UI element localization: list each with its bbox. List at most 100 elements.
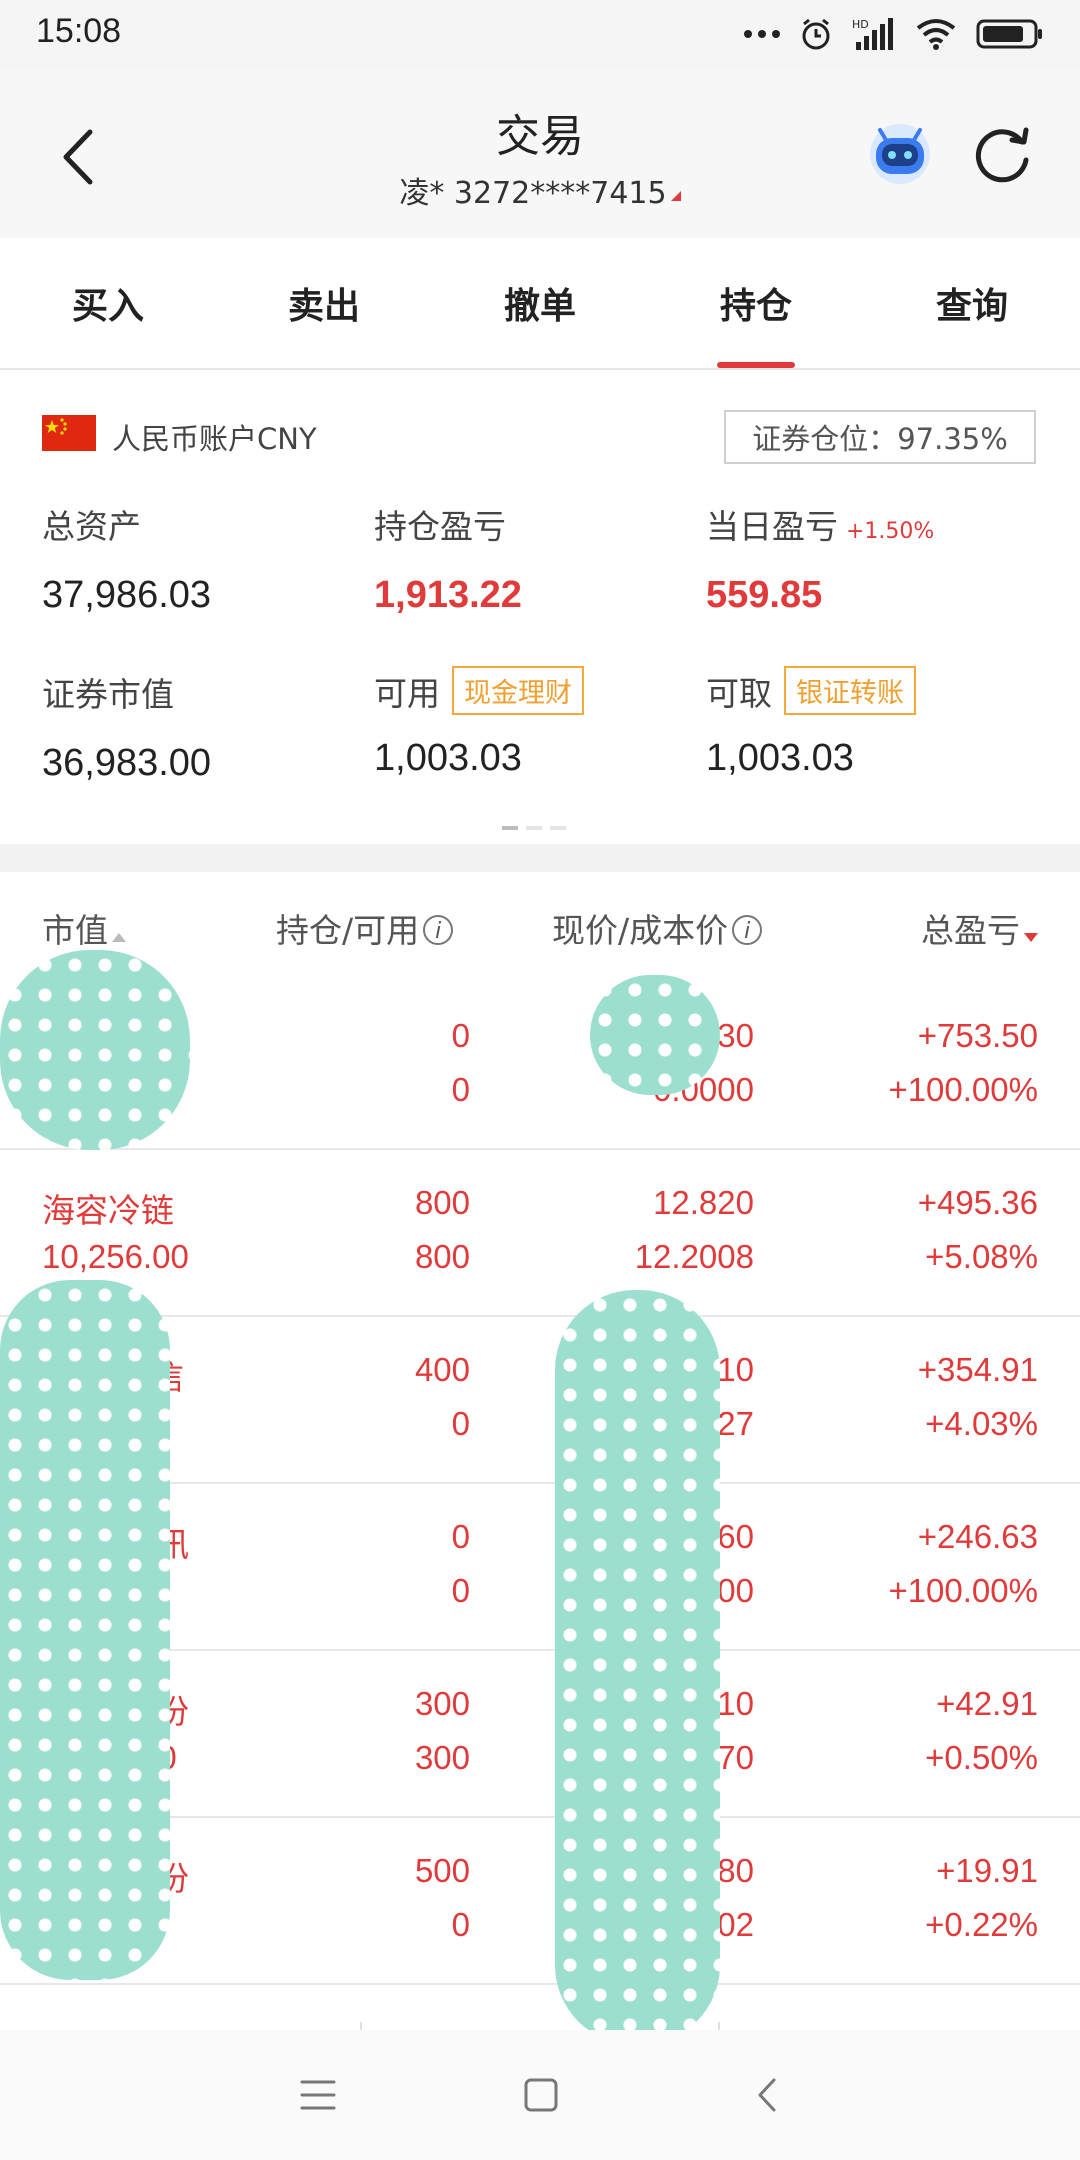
stock-total-pl: +753.50 xyxy=(917,1017,1038,1054)
available-label: 可用 xyxy=(374,674,440,713)
robot-assistant-icon[interactable] xyxy=(864,116,936,188)
total-assets-value: 37,986.03 xyxy=(42,574,212,616)
stock-price: 30 xyxy=(717,1017,754,1054)
market-value-label: 证券市值 xyxy=(42,675,174,714)
stock-quantity: 0 xyxy=(451,1518,470,1555)
available-value: 1,003.03 xyxy=(374,737,522,779)
header-total-pl-label: 总盈亏 xyxy=(921,911,1020,950)
stock-name: 海容冷链 xyxy=(42,1191,174,1230)
stock-quantity: 500 xyxy=(414,1852,470,1889)
privacy-mask xyxy=(590,975,720,1095)
withdrawable-label: 可取 xyxy=(706,674,772,713)
daily-pl-label: 当日盈亏 xyxy=(706,507,838,546)
stock-total-pl: +354.91 xyxy=(917,1351,1038,1388)
stock-available: 0 xyxy=(451,1906,470,1943)
daily-pl-value: 559.85 xyxy=(706,574,823,616)
back-nav-icon[interactable] xyxy=(752,2076,782,2114)
daily-pl-block: 当日盈亏 +1.50% 559.85 xyxy=(706,500,934,617)
holding-pl-block: 持仓盈亏 1,913.22 xyxy=(374,500,522,617)
trade-tabs: 买入 卖出 撤单 持仓 查询 xyxy=(0,238,1080,370)
privacy-mask xyxy=(0,950,190,1150)
row-divider-stub xyxy=(718,2022,720,2030)
pager-dots xyxy=(502,826,566,830)
account-summary: 人民币账户CNY 证券仓位：97.35% 总资产 37,986.03 持仓盈亏 … xyxy=(0,370,1080,844)
header-total-pl[interactable]: 总盈亏 xyxy=(921,904,1038,952)
stock-total-pl: +246.63 xyxy=(917,1518,1038,1555)
header: 交易 凌* 3272****7415 xyxy=(0,70,1080,238)
status-time: 15:08 xyxy=(36,12,122,50)
header-price-label: 现价/成本价 xyxy=(552,911,729,950)
wifi-icon xyxy=(916,19,956,50)
menu-icon[interactable] xyxy=(298,2076,338,2114)
header-holding-available: 持仓/可用 i xyxy=(276,904,454,952)
sort-icon xyxy=(112,933,126,942)
battery-icon xyxy=(976,19,1042,49)
china-flag-icon xyxy=(42,415,96,451)
tab-sell[interactable]: 卖出 xyxy=(216,238,432,368)
header-market-value[interactable]: 市值 xyxy=(42,904,126,952)
home-icon[interactable] xyxy=(522,2076,560,2114)
stock-available: 0 xyxy=(451,1071,470,1108)
withdrawable-block: 可取 银证转账 1,003.03 xyxy=(706,666,916,780)
stock-total-pl-percent: +0.22% xyxy=(925,1906,1038,1943)
tab-buy[interactable]: 买入 xyxy=(0,238,216,368)
stock-total-pl: +19.91 xyxy=(936,1852,1038,1889)
stock-market-value: 10,256.00 xyxy=(42,1238,189,1275)
bank-transfer-button[interactable]: 银证转账 xyxy=(784,666,916,715)
privacy-mask xyxy=(555,1290,720,2045)
stock-total-pl-percent: +5.08% xyxy=(925,1238,1038,1275)
stock-available: 0 xyxy=(451,1572,470,1609)
cash-management-button[interactable]: 现金理财 xyxy=(452,666,584,715)
stock-total-pl-percent: +0.50% xyxy=(925,1739,1038,1776)
stock-total-pl-percent: +100.00% xyxy=(888,1071,1038,1108)
stock-total-pl-percent: +100.00% xyxy=(888,1572,1038,1609)
header-market-value-label: 市值 xyxy=(42,911,108,950)
stock-quantity: 0 xyxy=(451,1017,470,1054)
holding-pl-label: 持仓盈亏 xyxy=(374,507,506,546)
available-block: 可用 现金理财 1,003.03 xyxy=(374,666,584,780)
daily-pl-percent: +1.50% xyxy=(846,519,935,544)
signal-icon: HD xyxy=(852,18,893,50)
account-number: 凌* 3272****7415 xyxy=(399,176,667,211)
stock-price: 12.820 xyxy=(653,1184,754,1221)
stock-total-pl: +42.91 xyxy=(936,1685,1038,1722)
withdrawable-value: 1,003.03 xyxy=(706,737,854,779)
header-holding-label: 持仓/可用 xyxy=(276,911,420,950)
market-value-value: 36,983.00 xyxy=(42,742,212,784)
table-row[interactable]: 海容冷链 10,256.00 800 800 12.820 12.2008 +4… xyxy=(0,1150,1080,1317)
alarm-icon xyxy=(802,18,830,50)
stock-quantity: 300 xyxy=(414,1685,470,1722)
privacy-mask xyxy=(0,1280,170,1980)
stock-available: 0 xyxy=(451,1405,470,1442)
tab-cancel-order[interactable]: 撤单 xyxy=(432,238,648,368)
total-assets-block: 总资产 37,986.03 xyxy=(42,500,211,617)
stock-cost: 02 xyxy=(717,1906,754,1943)
more-dots-icon xyxy=(744,30,780,38)
tab-query[interactable]: 查询 xyxy=(864,238,1080,368)
pager-dot xyxy=(550,826,566,830)
info-icon[interactable]: i xyxy=(423,915,454,945)
stock-quantity: 400 xyxy=(414,1351,470,1388)
holding-pl-value: 1,913.22 xyxy=(374,574,522,616)
system-nav-bar xyxy=(0,2030,1080,2160)
header-price-cost: 现价/成本价 i xyxy=(552,904,763,952)
total-assets-label: 总资产 xyxy=(42,507,141,546)
stock-available: 300 xyxy=(414,1739,470,1776)
stock-cost: 12.2008 xyxy=(634,1238,754,1275)
stock-total-pl: +495.36 xyxy=(917,1184,1038,1221)
status-icons: HD xyxy=(744,14,1044,54)
position-ratio-badge: 证券仓位：97.35% xyxy=(724,410,1036,464)
status-bar: 15:08 HD xyxy=(0,0,1080,70)
pager-dot xyxy=(502,826,518,830)
svg-text:HD: HD xyxy=(852,18,869,31)
market-value-block: 证券市值 36,983.00 xyxy=(42,668,211,785)
refresh-icon[interactable] xyxy=(970,120,1036,186)
dropdown-triangle-icon xyxy=(670,191,681,201)
sort-desc-icon xyxy=(1024,933,1038,942)
stock-available: 800 xyxy=(414,1238,470,1275)
stock-quantity: 800 xyxy=(414,1184,470,1221)
info-icon[interactable]: i xyxy=(732,915,763,945)
currency-account-label: 人民币账户CNY xyxy=(112,422,317,456)
tab-positions[interactable]: 持仓 xyxy=(648,238,864,368)
stock-total-pl-percent: +4.03% xyxy=(925,1405,1038,1442)
